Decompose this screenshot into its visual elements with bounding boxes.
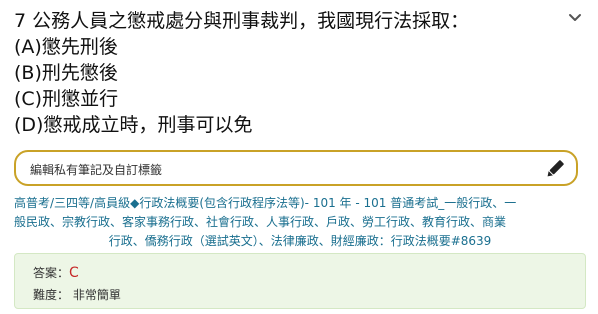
tag-line[interactable]: 高普考/三四等/高員級◆行政法概要(包含行政程序法等)- 101 年 - 101… (14, 194, 586, 213)
option-c: (C)刑懲並行 (14, 88, 119, 110)
question-block: 7 公務人員之懲戒處分與刑事裁判，我國現行法採取： (A)懲先刑後 (B)刑先懲… (14, 8, 554, 138)
pencil-icon[interactable] (544, 158, 566, 180)
option-a: (A)懲先刑後 (14, 36, 118, 58)
chevron-down-icon[interactable] (566, 10, 584, 24)
answer-panel: 答案：C 難度： 非常簡單 (14, 253, 586, 309)
difficulty-row: 難度： 非常簡單 (33, 286, 121, 303)
tag-line[interactable]: 般民政、宗教行政、客家事務行政、社會行政、人事行政、戶政、勞工行政、教育行政、商… (14, 213, 586, 232)
option-b: (B)刑先懲後 (14, 62, 118, 84)
option-d: (D)懲戒成立時，刑事可以免 (14, 114, 253, 136)
private-note-field[interactable]: 編輯私有筆記及自訂標籤 (14, 150, 578, 186)
question-stem: 7 公務人員之懲戒處分與刑事裁判，我國現行法採取： (14, 10, 470, 32)
difficulty-value: 非常簡單 (72, 288, 121, 302)
answer-label: 答案： (33, 266, 70, 280)
difficulty-label: 難度： (33, 288, 70, 302)
note-placeholder: 編輯私有筆記及自訂標籤 (30, 163, 163, 177)
exam-source-tags[interactable]: 高普考/三四等/高員級◆行政法概要(包含行政程序法等)- 101 年 - 101… (14, 194, 586, 251)
answer-value: C (69, 265, 79, 281)
answer-row: 答案：C (33, 264, 79, 281)
tag-line[interactable]: 行政、僑務行政（選試英文）、法律廉政、財經廉政：行政法概要#8639 (14, 232, 586, 251)
